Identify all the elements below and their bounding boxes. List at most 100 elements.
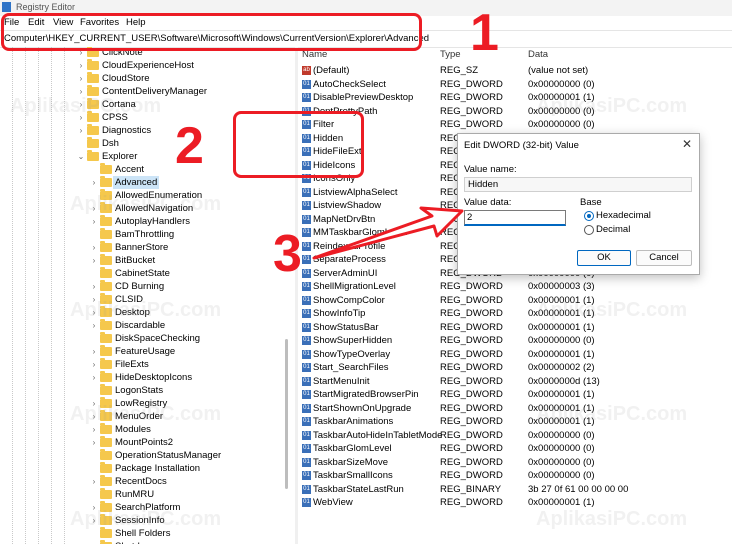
value-data: 3b 27 0f 61 00 00 00 00 [528,483,629,495]
value-name: (Default) [313,65,350,76]
value-data: 0x00000001 (1) [528,497,595,508]
hexadecimal-radio[interactable]: Hexadecimal [584,210,694,223]
chevron-right-icon[interactable]: › [90,436,98,449]
tree-scrollbar[interactable] [285,339,288,489]
chevron-right-icon[interactable]: › [90,345,98,358]
value-row[interactable]: 01 Start_SearchFiles REG_DWORD 0x00000002 (… [298,361,732,375]
value-type: REG_SZ [440,65,479,76]
value-name: ShowInfoTip [313,308,366,319]
folder-icon [87,150,99,161]
folder-icon [100,332,112,343]
binary-value-icon: 01 [302,295,311,305]
folder-icon [100,436,112,447]
value-row[interactable]: 01 StartMenuInit REG_DWORD 0x0000000d (13) [298,375,732,389]
value-data: 0x00000001 (1) [528,321,595,333]
binary-value-icon: 01 [302,484,311,494]
column-type-header[interactable]: Type [440,49,461,62]
chevron-right-icon[interactable]: › [90,358,98,371]
chevron-right-icon[interactable]: › [90,371,98,384]
binary-value-icon: 01 [302,444,311,453]
value-name: ShellMigrationLevel [313,281,396,292]
value-name: TaskbarAnimations [313,416,394,427]
value-name: StartMigratedBrowserPin [313,389,419,400]
tree-item-label: HideDesktopIcons [115,372,193,383]
folder-icon [100,280,112,291]
value-data: 0x00000000 (0) [528,470,595,481]
value-row[interactable]: 01 TaskbarAutoHideInTabletMode REG_DWORD 0x… [298,429,732,443]
chevron-right-icon[interactable]: › [90,176,98,189]
tree-item-label: OperationStatusManager [115,450,222,461]
value-data: 0x00000000 (0) [528,429,595,441]
value-type: REG_DWORD [440,497,503,508]
window-title: Registry Editor [16,2,76,12]
folder-icon [100,345,112,356]
value-name: ShowTypeOverlay [313,348,391,360]
tree-item-label: Package Installation [115,463,201,474]
chevron-right-icon[interactable]: › [77,72,85,85]
radio-selected-icon [584,211,594,221]
value-row[interactable]: 01 TaskbarGlomLevel REG_DWORD 0x00000000 (0… [298,442,732,456]
watermark: AplikasiPC.com [70,299,222,321]
tree-item-label: CD Burning [115,281,165,292]
chevron-right-icon[interactable]: › [77,124,85,137]
value-row[interactable]: ab (Default) REG_SZ (value not set) [298,64,732,78]
value-data-label: Value data: [464,197,512,208]
value-type: REG_DWORD [440,470,503,481]
binary-value-icon: 01 [302,390,311,399]
chevron-right-icon[interactable]: › [90,475,98,488]
value-name: TaskbarAutoHideInTabletMode [313,429,443,441]
value-data: 0x00000003 (3) [528,281,595,292]
tree-item-label: BitBucket [115,255,156,266]
folder-icon [87,137,99,148]
watermark: AplikasiPC.com [70,193,222,215]
step-number-3: 3 [273,225,302,283]
value-name: WebView [313,497,353,508]
tree-item-label: LogonStats [115,385,164,396]
value-row[interactable]: 01 ShowStatusBar REG_DWORD 0x00000001 (1) [298,321,732,335]
value-row[interactable]: 01 ShowTypeOverlay REG_DWORD 0x00000001 (1) [298,348,732,362]
close-icon[interactable]: ✕ [682,137,692,151]
chevron-right-icon[interactable]: › [77,59,85,72]
decimal-radio[interactable]: Decimal [584,224,694,237]
value-data-input[interactable] [467,211,562,223]
binary-value-icon: 01 [302,93,311,102]
value-row[interactable]: 01 ShellMigrationLevel REG_DWORD 0x00000003… [298,280,732,294]
binary-value-icon: 01 [302,282,311,291]
value-row[interactable]: 01 TaskbarSmallIcons REG_DWORD 0x00000000 (… [298,469,732,483]
chevron-right-icon[interactable]: › [90,254,98,267]
tree-item-label: BannerStore [115,242,169,253]
chevron-right-icon[interactable]: › [90,241,98,254]
chevron-right-icon[interactable]: › [90,280,98,293]
value-name: ListviewShadow [313,200,382,211]
column-data-header[interactable]: Data [528,49,548,62]
radio-unselected-icon [584,225,594,235]
ok-button[interactable]: OK [577,250,631,266]
tree-item-label: Explorer [102,151,138,162]
value-name-field: Hidden [464,177,692,192]
value-type: REG_DWORD [440,402,503,414]
value-row[interactable]: 01 TaskbarStateLastRun REG_BINARY 3b 27 0f … [298,483,732,497]
string-value-icon: ab [302,66,311,75]
binary-value-icon: 01 [302,255,311,264]
tree-item-label: Shutdown [115,540,157,544]
value-name: StartShownOnUpgrade [313,402,412,414]
binary-value-icon: 01 [302,376,311,386]
folder-icon [100,449,112,460]
value-name: StartMenuInit [313,375,370,387]
value-row[interactable]: 01 StartMigratedBrowserPin REG_DWORD 0x0000… [298,388,732,402]
chevron-right-icon[interactable]: › [90,215,98,228]
value-data-field[interactable] [464,210,566,226]
binary-value-icon: 01 [302,457,311,467]
cancel-button[interactable]: Cancel [636,250,692,266]
value-row[interactable]: 01 AutoCheckSelect REG_DWORD 0x00000000 (0) [298,78,732,92]
watermark: AplikasiPC.com [10,95,162,117]
tree-item-label: Diagnostics [102,125,152,136]
value-type: REG_DWORD [440,416,503,427]
value-data: 0x00000001 (1) [528,348,595,360]
value-type: REG_DWORD [440,456,503,468]
chevron-down-icon[interactable]: ⌄ [77,150,85,163]
value-row[interactable]: 01 TaskbarSizeMove REG_DWORD 0x00000000 (0) [298,456,732,470]
value-row[interactable]: 01 ShowSuperHidden REG_DWORD 0x00000000 (0) [298,334,732,348]
value-type: REG_DWORD [440,362,503,373]
value-type: REG_DWORD [440,375,503,387]
